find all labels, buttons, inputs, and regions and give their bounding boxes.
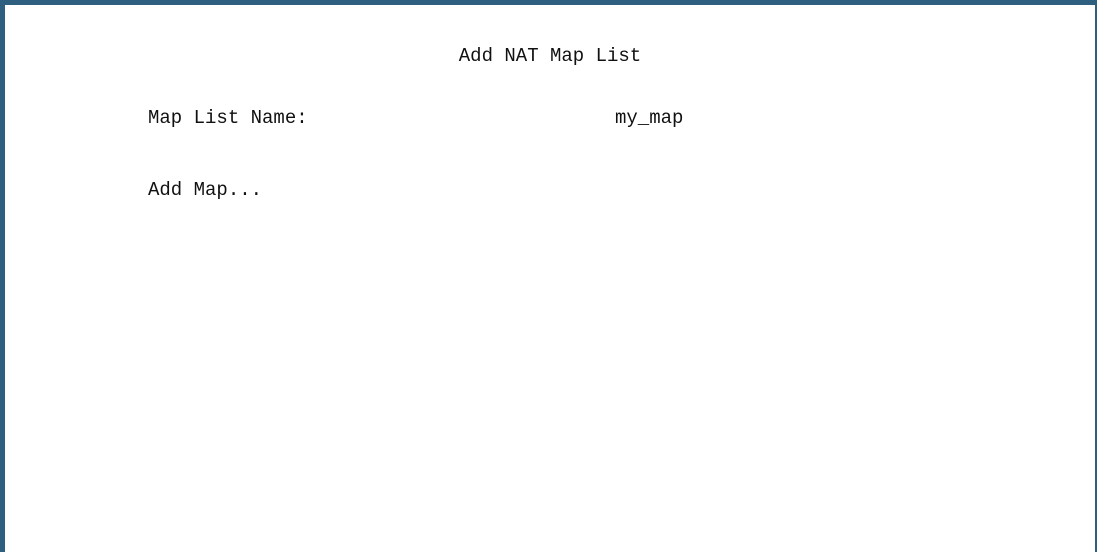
add-map-menu-item[interactable]: Add Map...: [148, 178, 262, 202]
map-list-name-field[interactable]: my_map: [615, 106, 683, 130]
screen-title: Add NAT Map List: [458, 45, 642, 67]
nat-map-list-screen: Add NAT Map List Map List Name: my_map A…: [0, 0, 1097, 552]
map-list-name-label: Map List Name:: [148, 107, 308, 129]
